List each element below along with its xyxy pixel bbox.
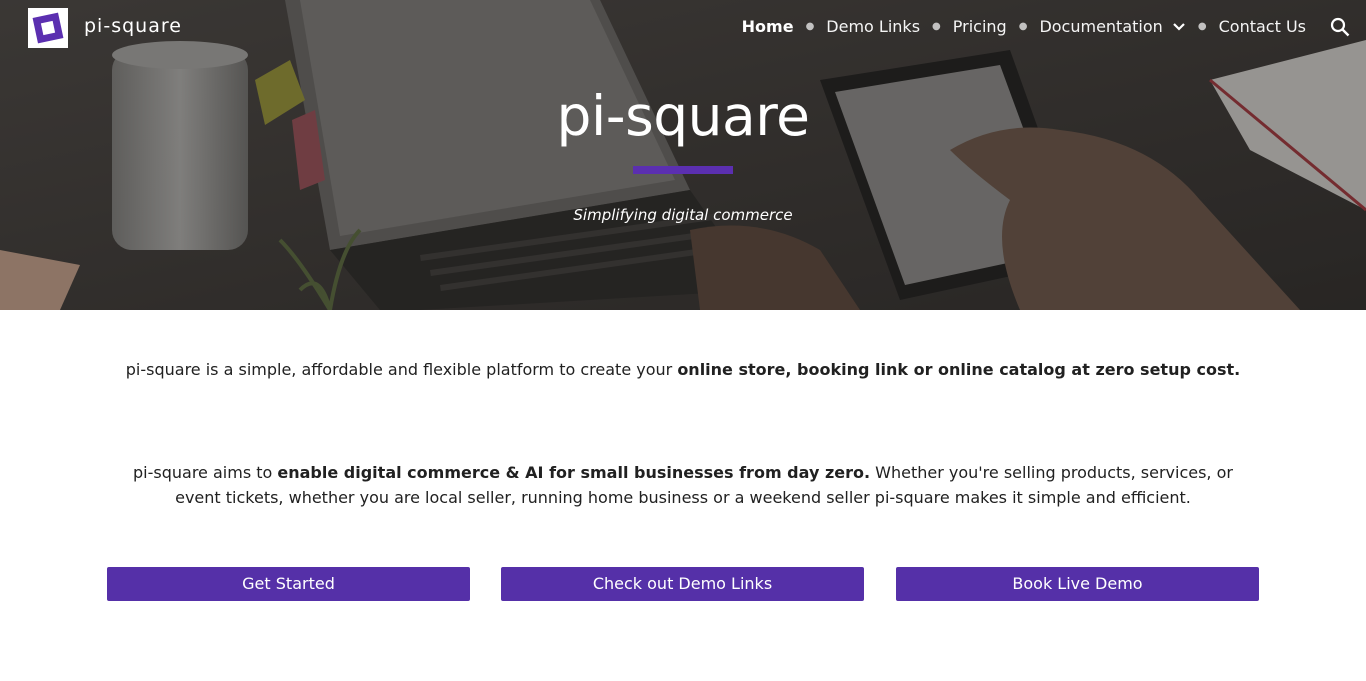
book-live-demo-button[interactable]: Book Live Demo xyxy=(896,567,1259,601)
nav-separator: ● xyxy=(932,21,941,32)
search-icon[interactable] xyxy=(1330,17,1350,37)
hero-accent-rule xyxy=(633,166,733,174)
intro-text-bold: online store, booking link or online cat… xyxy=(677,360,1241,379)
hero-title: pi-square xyxy=(556,84,810,148)
intro-text: pi-square is a simple, affordable and fl… xyxy=(125,360,678,379)
nav-links: Home ● Demo Links ● Pricing ● Documentat… xyxy=(742,17,1306,36)
nav-item-demo-links[interactable]: Demo Links xyxy=(826,17,920,36)
mission-text-1: pi-square aims to xyxy=(133,463,278,482)
mission-text-bold: enable digital commerce & AI for small b… xyxy=(277,463,871,482)
chevron-down-icon[interactable] xyxy=(1172,20,1186,34)
logo-mark-icon xyxy=(32,12,64,44)
intro-paragraph: pi-square is a simple, affordable and fl… xyxy=(0,357,1366,382)
nav-separator: ● xyxy=(1018,21,1028,32)
get-started-button[interactable]: Get Started xyxy=(107,567,470,601)
site-name[interactable]: pi-square xyxy=(84,15,182,37)
top-nav: pi-square Home ● Demo Links ● Pricing ● … xyxy=(0,0,1366,56)
mission-paragraph: pi-square aims to enable digital commerc… xyxy=(0,460,1366,510)
nav-item-documentation-label: Documentation xyxy=(1039,17,1163,36)
site-logo[interactable] xyxy=(28,8,68,48)
nav-item-documentation[interactable]: Documentation xyxy=(1039,17,1185,36)
hero-subtitle: Simplifying digital commerce xyxy=(573,206,793,224)
nav-separator: ● xyxy=(805,21,815,32)
nav-item-home[interactable]: Home xyxy=(742,17,794,36)
nav-item-contact-us[interactable]: Contact Us xyxy=(1219,17,1306,36)
demo-links-button[interactable]: Check out Demo Links xyxy=(501,567,864,601)
nav-separator: ● xyxy=(1197,21,1207,32)
nav-item-pricing[interactable]: Pricing xyxy=(953,17,1007,36)
